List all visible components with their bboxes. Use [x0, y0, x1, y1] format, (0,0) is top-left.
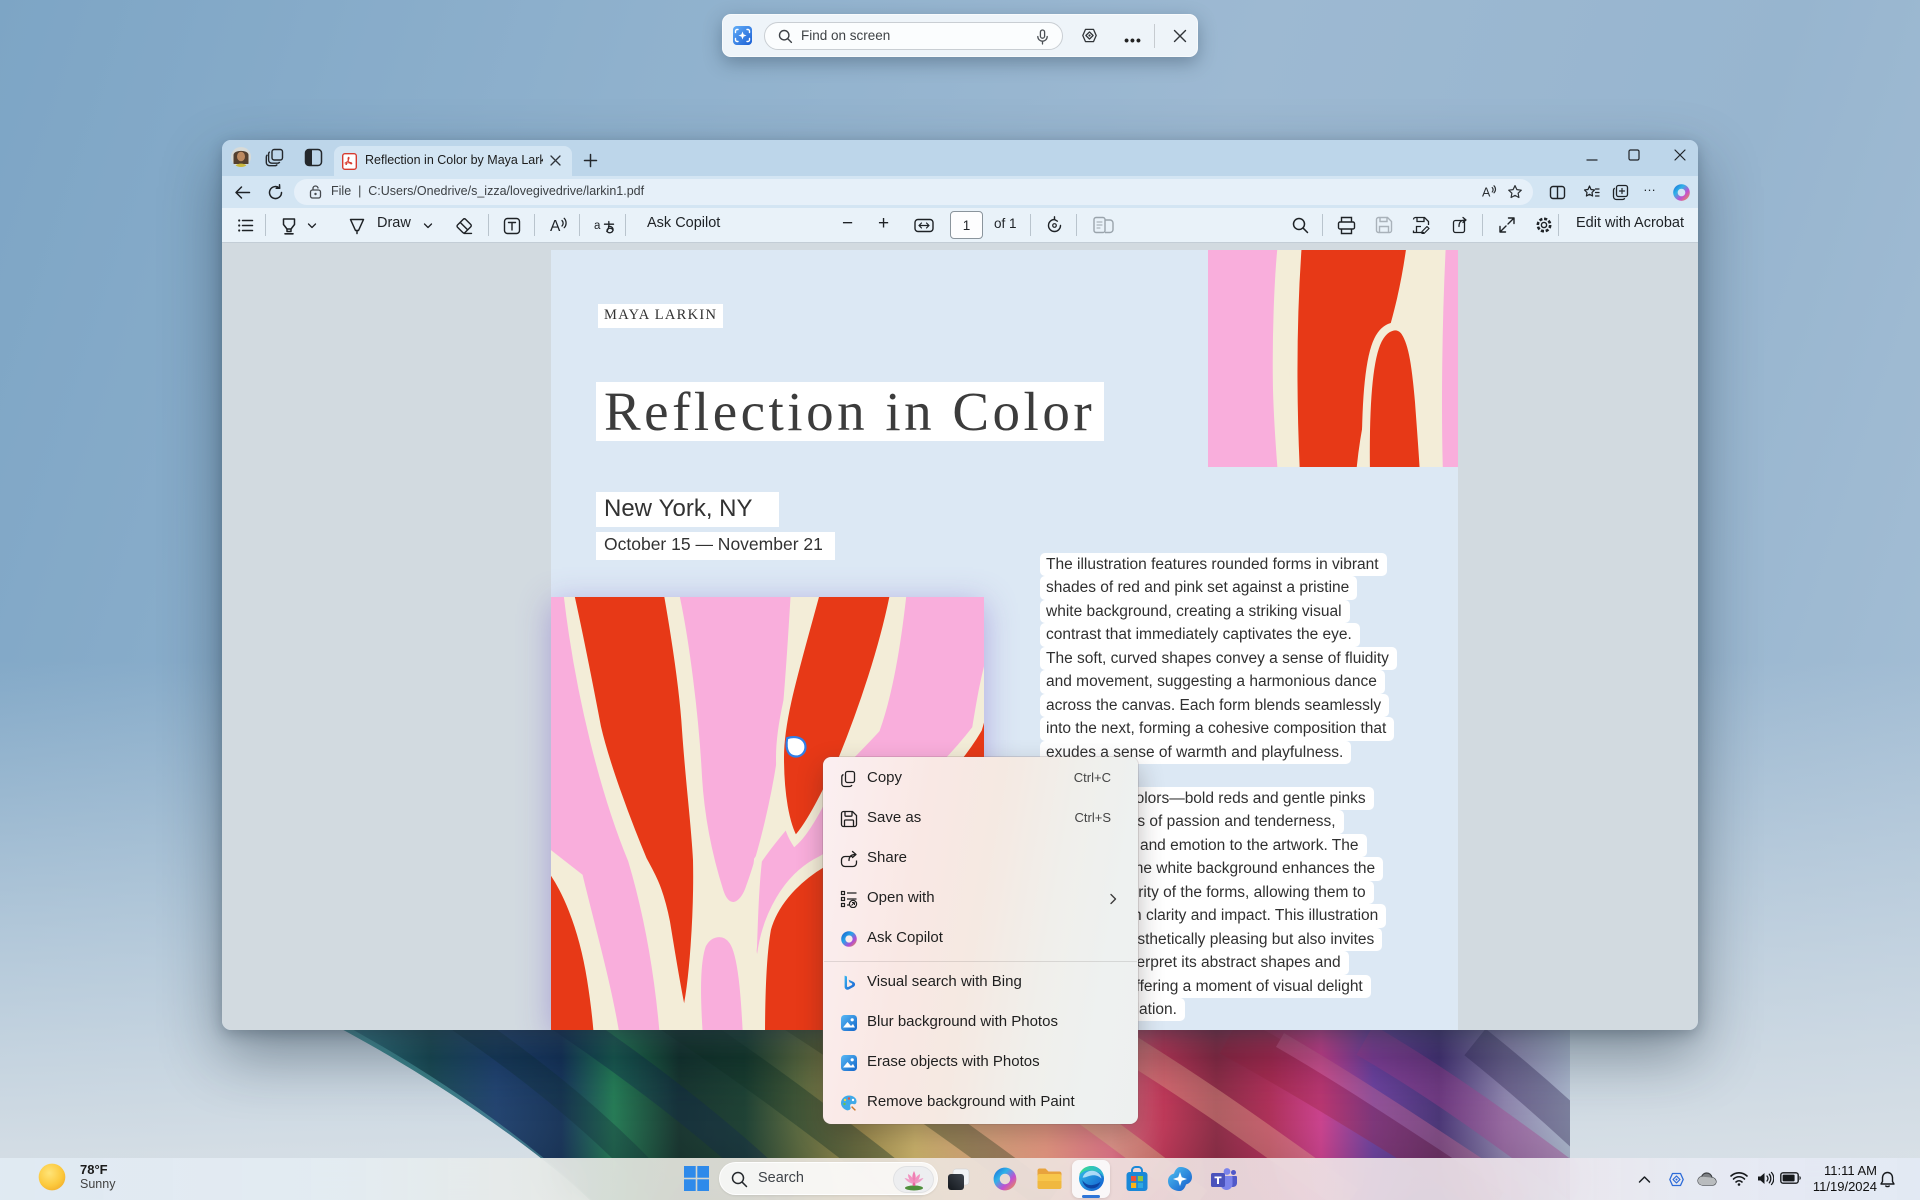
svg-text:A: A: [1482, 186, 1491, 200]
svg-text:a: a: [594, 220, 601, 232]
svg-text:A: A: [550, 218, 561, 235]
